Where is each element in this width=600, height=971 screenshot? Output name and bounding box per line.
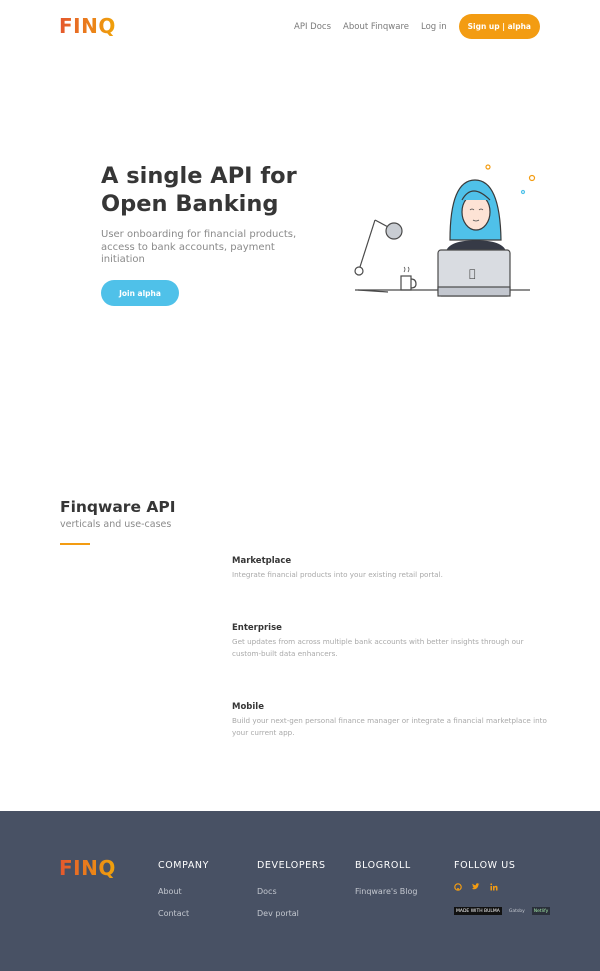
hero-subtitle: User onboarding for financial products, … (101, 229, 297, 265)
page: FINQ API Docs About Finqware Log in Sign… (0, 0, 600, 971)
linkedin-icon[interactable] (490, 883, 498, 891)
api-section-title: Finqware API (60, 498, 176, 516)
feature-marketplace: Marketplace Integrate financial products… (232, 556, 552, 581)
footer: FINQ COMPANY About Contact DEVELOPERS Do… (0, 811, 600, 971)
apple-logo-icon:  (469, 267, 476, 280)
feature-mobile: Mobile Build your next-gen personal fina… (232, 702, 552, 739)
netlify-badge[interactable]: Netlify (531, 907, 551, 915)
footer-heading: DEVELOPERS (257, 860, 326, 871)
footer-link-dev-portal[interactable]: Dev portal (257, 909, 326, 918)
api-section-subtitle: verticals and use-cases (60, 519, 172, 530)
footer-link-about[interactable]: About (158, 887, 209, 896)
feature-description: Build your next-gen personal finance man… (232, 716, 547, 737)
sparkle-icon (520, 189, 526, 195)
feature-title: Enterprise (232, 623, 282, 633)
footer-link-contact[interactable]: Contact (158, 909, 209, 918)
feature-description: Get updates from across multiple bank ac… (232, 637, 524, 658)
desk-lamp-icon (354, 219, 403, 293)
laptop-icon:  (437, 249, 511, 297)
gatsby-badge[interactable]: Gatsby (507, 907, 527, 915)
coffee-mug-icon (400, 266, 417, 291)
nav-link-login[interactable]: Log in (421, 22, 447, 32)
woman-figure (445, 179, 507, 256)
feature-title: Marketplace (232, 556, 292, 566)
feature-title: Mobile (232, 702, 264, 712)
sparkle-icon (485, 164, 491, 170)
nav-links: API Docs About Finqware Log in Sign up |… (282, 14, 540, 39)
tech-badges: MADE WITH BULMA Gatsby Netlify (454, 907, 551, 915)
finq-logo[interactable]: FINQ (59, 14, 116, 38)
bulma-badge[interactable]: MADE WITH BULMA (454, 907, 502, 915)
footer-heading: BLOGROLL (355, 860, 411, 871)
footer-col-company: COMPANY About Contact (158, 860, 209, 918)
join-alpha-button[interactable]: Join alpha (101, 280, 179, 306)
footer-col-follow: FOLLOW US (454, 860, 515, 871)
nav-link-about[interactable]: About Finqware (343, 22, 409, 32)
section-divider (60, 543, 90, 545)
footer-col-developers: DEVELOPERS Docs Dev portal (257, 860, 326, 918)
footer-heading: COMPANY (158, 860, 210, 871)
nav-link-api-docs[interactable]: API Docs (294, 22, 331, 32)
sparkle-icon (528, 174, 536, 182)
footer-heading: FOLLOW US (454, 860, 516, 871)
hero-title: A single API for Open Banking (101, 163, 297, 217)
social-icons (454, 883, 498, 891)
footer-col-blogroll: BLOGROLL Finqware's Blog (355, 860, 417, 896)
footer-link-blog[interactable]: Finqware's Blog (355, 887, 417, 896)
navbar: FINQ API Docs About Finqware Log in Sign… (0, 0, 600, 54)
feature-description: Integrate financial products into your e… (232, 570, 443, 579)
signup-button[interactable]: Sign up | alpha (458, 14, 540, 39)
twitter-icon[interactable] (472, 883, 480, 891)
feature-enterprise: Enterprise Get updates from across multi… (232, 623, 552, 660)
footer-link-docs[interactable]: Docs (257, 887, 326, 896)
woman-with-laptop-illustration:  (354, 164, 536, 297)
footer-finq-logo[interactable]: FINQ (59, 856, 116, 880)
github-icon[interactable] (454, 883, 462, 891)
